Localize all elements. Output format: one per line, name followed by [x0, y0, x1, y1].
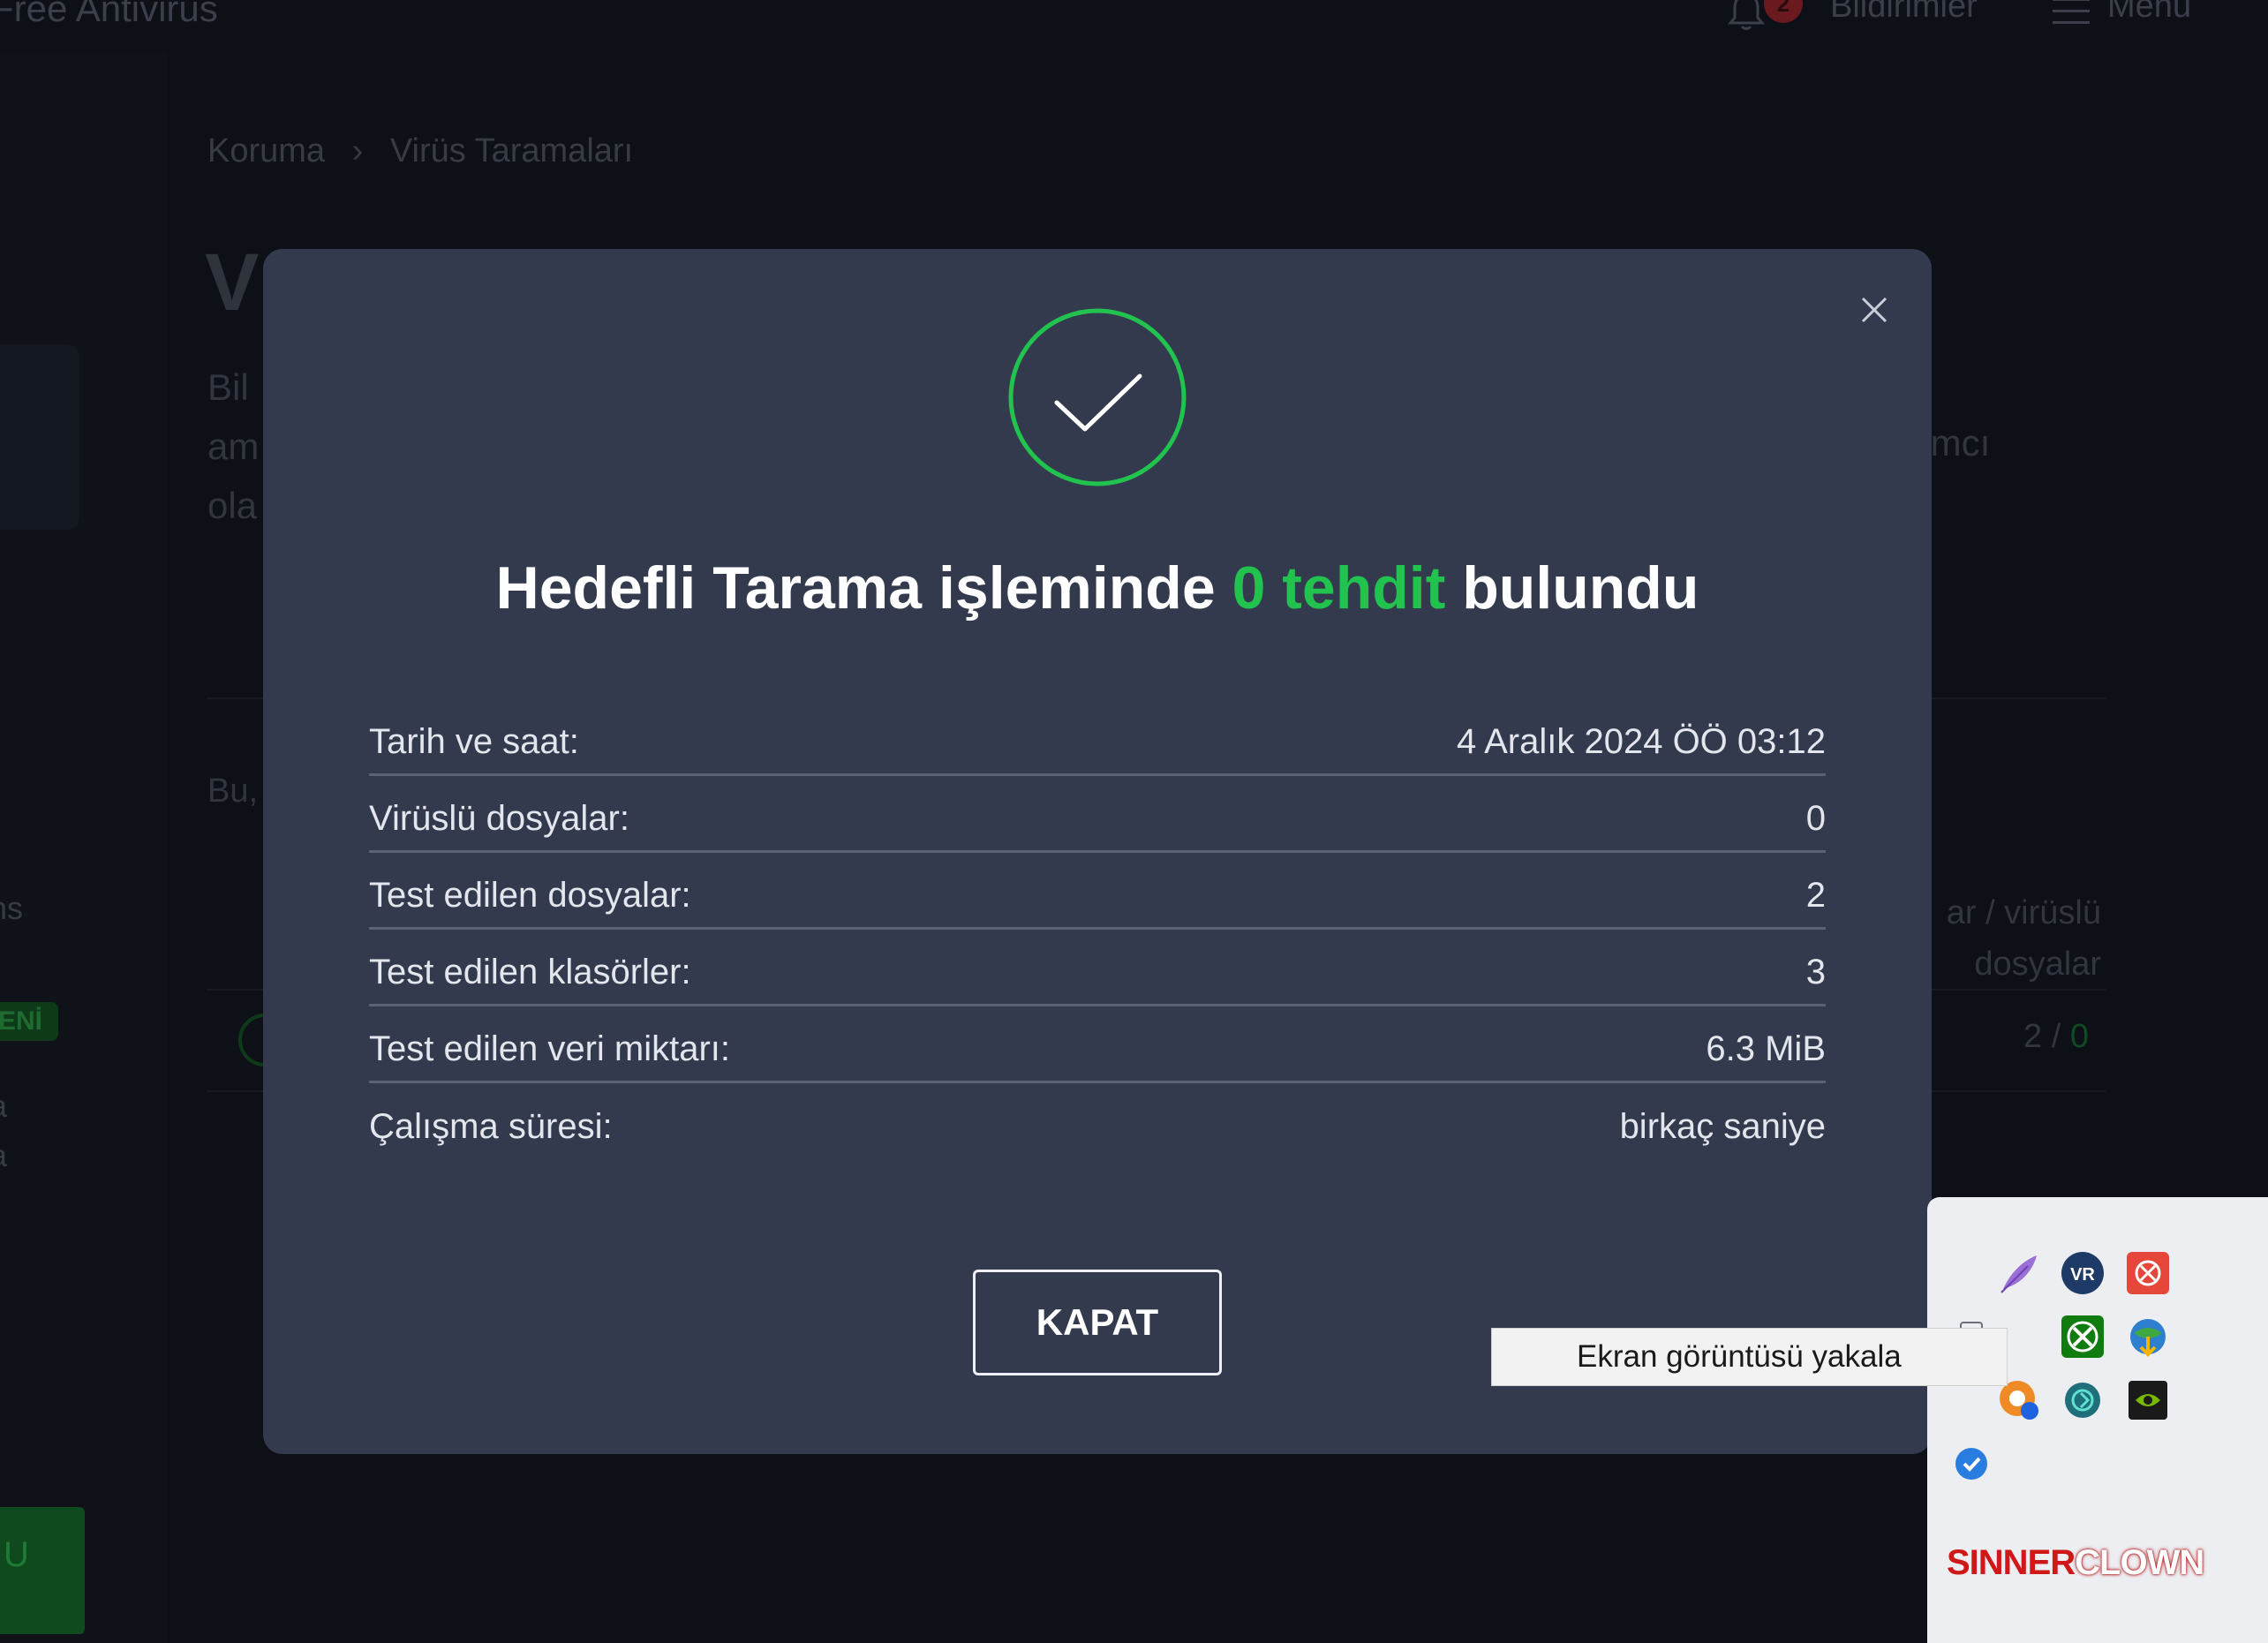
sidebar-action-button[interactable]: U [0, 1507, 85, 1634]
detail-row-infected: Virüslü dosyalar: 0 [369, 776, 1826, 853]
shield-icon[interactable] [1945, 1437, 1998, 1490]
detail-value: birkaç saniye [1619, 1107, 1826, 1146]
breadcrumb-item[interactable]: Koruma [207, 132, 325, 170]
result-headline: Hedefli Tarama işleminde 0 tehdit bulund… [263, 554, 1932, 622]
detail-value: 4 Aralık 2024 ÖÖ 03:12 [1456, 721, 1826, 761]
menu-link[interactable]: Menü [2107, 0, 2191, 26]
watermark-logo: SINNERCLOWN [1947, 1543, 2204, 1583]
detail-value: 3 [1805, 952, 1826, 991]
scan-result-dialog: Hedefli Tarama işleminde 0 tehdit bulund… [263, 249, 1932, 1454]
detail-label: Çalışma süresi: [369, 1107, 613, 1146]
sidebar-item-label[interactable]: a a [0, 1082, 7, 1180]
breadcrumb: Koruma › Virüs Taramaları [207, 132, 651, 170]
column-header: ar / virüslü dosyalar [1933, 887, 2101, 990]
screenshot-tooltip: Ekran görüntüsü yakala [1491, 1328, 2008, 1386]
section-text: Bu, [207, 773, 259, 810]
top-bar: Free Antivirus 2 Bildirimler Menü [0, 0, 2268, 53]
new-badge: ENİ [0, 1002, 58, 1041]
page-title: V [205, 237, 260, 328]
detail-label: Tarih ve saat: [369, 721, 579, 761]
close-button[interactable]: KAPAT [973, 1270, 1222, 1375]
sidebar-item-label[interactable]: ns [0, 890, 23, 927]
nvidia-icon[interactable] [2121, 1374, 2174, 1427]
headline-prefix: Hedefli Tarama işleminde [495, 554, 1216, 622]
tested-count: 2 / [2023, 1018, 2061, 1055]
refresh-icon[interactable] [2056, 1374, 2109, 1427]
detail-label: Test edilen dosyalar: [369, 875, 691, 915]
app-title: Free Antivirus [0, 0, 218, 29]
breadcrumb-item[interactable]: Virüs Taramaları [390, 132, 633, 170]
sidebar-line: a [0, 1082, 7, 1131]
notifications-link[interactable]: Bildirimler [1830, 0, 1978, 26]
detail-value: 0 [1805, 798, 1826, 838]
threat-count: 0 tehdit [1232, 554, 1446, 622]
breadcrumb-separator-icon: › [351, 132, 364, 170]
detail-label: Test edilen klasörler: [369, 952, 691, 991]
detail-row-folders: Test edilen klasörler: 3 [369, 930, 1826, 1006]
sidebar-card[interactable] [0, 344, 79, 530]
row-file-counts: 2 / 0 [2023, 1018, 2089, 1056]
detail-row-data-size: Test edilen veri miktarı: 6.3 MiB [369, 1006, 1826, 1083]
bell-icon[interactable] [1726, 0, 1767, 32]
blocked-icon[interactable] [2121, 1247, 2174, 1300]
infected-count: 0 [2069, 1018, 2089, 1055]
feather-icon[interactable] [1993, 1247, 2046, 1300]
scan-details-table: Tarih ve saat: 4 Aralık 2024 ÖÖ 03:12 Vi… [369, 699, 1826, 1160]
vr-icon[interactable]: VR [2056, 1247, 2109, 1300]
hamburger-menu-icon[interactable] [2053, 0, 2090, 26]
column-header-line: dosyalar [1974, 946, 2101, 983]
download-manager-icon[interactable] [2121, 1310, 2174, 1363]
detail-label: Test edilen veri miktarı: [369, 1029, 731, 1068]
detail-row-date: Tarih ve saat: 4 Aralık 2024 ÖÖ 03:12 [369, 699, 1826, 776]
watermark-part2: CLOWN [2075, 1543, 2204, 1582]
sidebar-line: a [0, 1131, 7, 1180]
column-header-line: ar / virüslü [1946, 894, 2101, 931]
detail-row-duration: Çalışma süresi: birkaç saniye [369, 1083, 1826, 1160]
success-check-icon [1008, 308, 1187, 486]
watermark-part1: SINNER [1947, 1543, 2076, 1582]
detail-label: Virüslü dosyalar: [369, 798, 629, 838]
notification-badge: 2 [1764, 0, 1803, 23]
close-icon[interactable] [1852, 288, 1896, 332]
sidebar: ns ENİ a a U [0, 53, 168, 1643]
detail-value: 2 [1805, 875, 1826, 915]
svg-text:VR: VR [2070, 1265, 2095, 1285]
detail-value: 6.3 MiB [1706, 1029, 1826, 1068]
headline-suffix: bulundu [1462, 554, 1699, 622]
detail-row-files: Test edilen dosyalar: 2 [369, 853, 1826, 930]
xbox-icon[interactable] [2056, 1310, 2109, 1363]
